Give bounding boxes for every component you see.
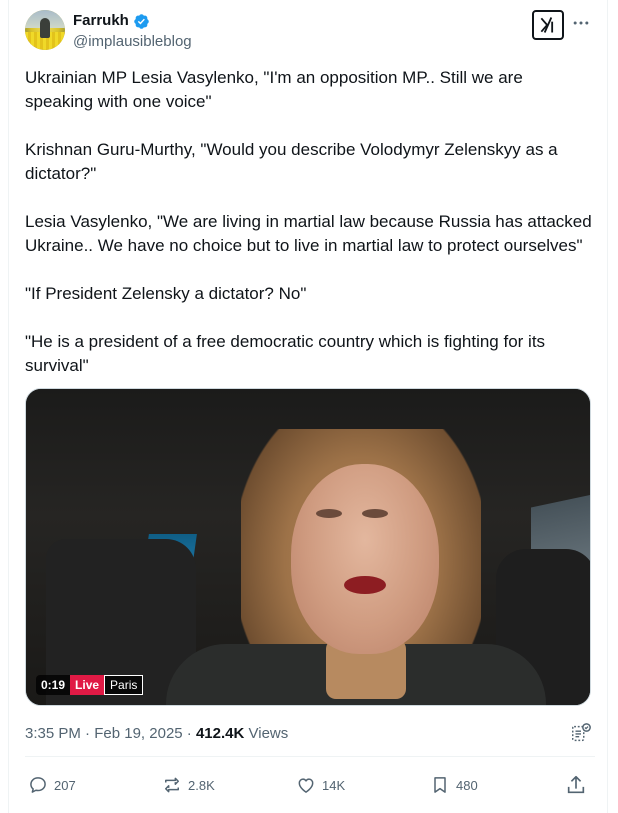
more-icon	[573, 21, 589, 25]
bookmark-icon	[434, 777, 446, 793]
speaker-mouth	[344, 576, 386, 594]
author-handle[interactable]: @implausibleblog	[73, 33, 192, 51]
tweet-paragraph: Lesia Vasylenko, "We are living in marti…	[25, 212, 592, 255]
tweet-meta: 3:35 PM · Feb 19, 2025 · 412.4K Views	[25, 724, 288, 744]
divider	[25, 756, 595, 757]
speaker-face	[291, 464, 439, 654]
bookmark-button[interactable]: 480	[430, 774, 478, 796]
share-button[interactable]	[565, 774, 587, 796]
avatar[interactable]	[25, 10, 65, 50]
more-options-button[interactable]	[570, 12, 592, 34]
share-icon	[567, 775, 585, 794]
like-count: 14K	[322, 777, 346, 793]
location-badge: Paris	[104, 675, 144, 695]
author-name[interactable]: Farrukh	[73, 12, 129, 30]
grok-icon	[540, 17, 554, 33]
author-name-row[interactable]: Farrukh	[73, 12, 150, 30]
translate-icon	[572, 723, 591, 742]
tweet-paragraph: "He is a president of a free democratic …	[25, 332, 546, 375]
bookmark-count: 480	[456, 777, 478, 793]
repost-icon	[165, 777, 179, 793]
verified-badge-icon	[133, 13, 150, 30]
grok-button[interactable]	[532, 10, 564, 40]
live-badge: Live	[70, 675, 105, 695]
reply-button[interactable]: 207	[28, 774, 76, 796]
tweet-paragraph: Krishnan Guru-Murthy, "Would you describ…	[25, 140, 558, 183]
views-count: 412.4K	[195, 725, 245, 742]
speaker-eye	[362, 509, 388, 518]
tweet-paragraph: "If President Zelensky a dictator? No"	[25, 284, 307, 303]
tweet-paragraph: Ukrainian MP Lesia Vasylenko, "I'm an op…	[25, 68, 523, 111]
views-label: Views	[248, 725, 289, 742]
repost-count: 2.8K	[188, 777, 215, 793]
reply-count: 207	[54, 777, 76, 793]
heart-icon	[298, 778, 314, 793]
reply-icon	[30, 777, 46, 793]
tweet-text: Ukrainian MP Lesia Vasylenko, "I'm an op…	[25, 66, 595, 378]
tweet-date[interactable]: Feb 19, 2025	[94, 724, 182, 744]
video-badges: 0:19 Live Paris	[36, 675, 144, 695]
avatar-figure	[40, 18, 50, 38]
video-elapsed-time: 0:19	[36, 675, 71, 695]
video-player[interactable]: 0:19 Live Paris	[25, 388, 591, 706]
tweet-time[interactable]: 3:35 PM	[25, 724, 81, 744]
like-button[interactable]: 14K	[296, 774, 345, 796]
translate-button[interactable]	[570, 722, 592, 744]
repost-button[interactable]: 2.8K	[162, 774, 215, 796]
speaker-eye	[316, 509, 342, 518]
